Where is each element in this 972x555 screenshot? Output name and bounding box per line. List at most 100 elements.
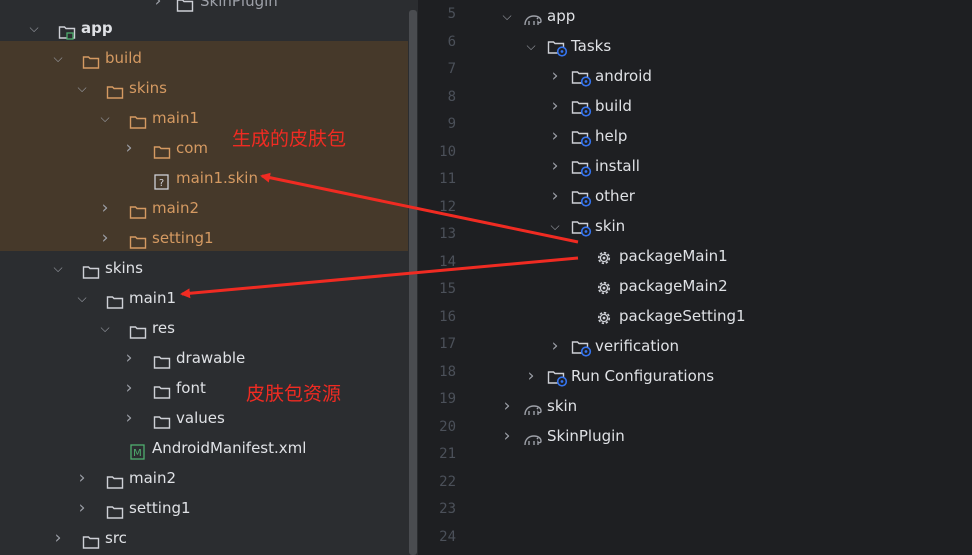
line-number: 13	[439, 226, 456, 242]
annotation-skin-package: 生成的皮肤包	[232, 128, 347, 150]
svg-text:?: ?	[159, 178, 164, 189]
project-tree-item-row[interactable]: › main2	[0, 463, 408, 493]
folder-icon	[106, 80, 124, 99]
gradle-tree-item-label: skin	[547, 397, 578, 415]
project-tree-item-label: main1	[129, 289, 177, 307]
chevron-down-icon[interactable]: ⌵	[524, 31, 538, 61]
gradle-tree-item-row[interactable]: › other	[458, 181, 972, 211]
folder-icon	[176, 0, 194, 12]
project-tree-item-row[interactable]: ⌵ main1	[0, 103, 408, 133]
line-number: 15	[439, 281, 456, 297]
gradle-tree-item-label: help	[595, 127, 628, 145]
project-tree-item-row[interactable]: › drawable	[0, 343, 408, 373]
chevron-down-icon[interactable]: ⌵	[27, 13, 41, 43]
gradle-tree-item-row[interactable]: › build	[458, 91, 972, 121]
chevron-down-icon[interactable]: ⌵	[75, 283, 89, 313]
project-tree-item-label: drawable	[176, 349, 246, 367]
project-tree-item-row[interactable]: › main2	[0, 193, 408, 223]
project-tree-item-row[interactable]: ? main1.skin	[0, 163, 408, 193]
project-tree-item-label: build	[105, 49, 142, 67]
chevron-right-icon[interactable]: ›	[500, 391, 514, 421]
gradle-tree-item-row[interactable]: › SkinPlugin	[458, 421, 972, 451]
task-group-icon	[571, 337, 593, 357]
project-tree-item-row[interactable]: M AndroidManifest.xml	[0, 433, 408, 463]
chevron-down-icon[interactable]: ⌵	[500, 1, 514, 31]
gradle-tree-item-row[interactable]: › help	[458, 121, 972, 151]
project-tree-item-row[interactable]: › setting1	[0, 493, 408, 523]
project-tree-item-row[interactable]: › setting1	[0, 223, 408, 253]
scrollbar-thumb[interactable]	[409, 10, 417, 555]
line-number: 9	[447, 116, 456, 132]
chevron-right-icon[interactable]: ›	[524, 361, 538, 391]
line-number: 19	[439, 391, 456, 407]
project-tree-item-row[interactable]: ⌵ build	[0, 43, 408, 73]
gradle-tree-item-row[interactable]: › skin	[458, 391, 972, 421]
gradle-tree-item-row[interactable]: packageMain2	[458, 271, 972, 301]
gradle-tree-item-row[interactable]: › android	[458, 61, 972, 91]
project-tree-item-row[interactable]: › font	[0, 373, 408, 403]
gradle-tree-item-row[interactable]: › Run Configurations	[458, 361, 972, 391]
line-number: 23	[439, 501, 456, 517]
task-group-icon	[571, 127, 593, 147]
gradle-tree-item-row[interactable]: ⌵ skin	[458, 211, 972, 241]
folder-icon	[82, 530, 100, 549]
project-tree-item-row[interactable]: › src	[0, 523, 408, 553]
line-number-gutter: 5 6 7 8 9 10 11 12 13 14 15 16 17 18 19 20 21 22 23 24	[418, 0, 458, 555]
project-tree-item-row[interactable]: › com	[0, 133, 408, 163]
gradle-tree-item-row[interactable]: › verification	[458, 331, 972, 361]
folder-icon	[129, 230, 147, 249]
line-number: 16	[439, 308, 456, 325]
chevron-right-icon[interactable]: ›	[98, 223, 112, 253]
line-number: 21	[439, 446, 456, 462]
gradle-tree-item-row[interactable]: packageSetting1	[458, 301, 972, 331]
chevron-down-icon[interactable]: ⌵	[548, 211, 562, 241]
project-tree-item-row[interactable]: ⌵ res	[0, 313, 408, 343]
chevron-down-icon[interactable]: ⌵	[75, 73, 89, 103]
gradle-tree-item-label: Run Configurations	[571, 367, 715, 385]
project-tree-item-row[interactable]: › values	[0, 403, 408, 433]
project-tree-item-label: src	[105, 529, 127, 547]
gradle-tree-item-row[interactable]: ⌵ app	[458, 1, 972, 31]
chevron-right-icon[interactable]: ›	[548, 151, 562, 181]
gradle-tree-item-row[interactable]: › install	[458, 151, 972, 181]
project-tree-item-label: setting1	[152, 229, 214, 247]
gradle-elephant-icon	[523, 428, 542, 446]
task-group-icon	[571, 97, 593, 117]
project-tree-item-label: main1	[152, 109, 200, 127]
gradle-tree-item-label: android	[595, 67, 652, 85]
gradle-tree-item-row[interactable]: packageMain1	[458, 241, 972, 271]
gradle-tree-item-row[interactable]: ⌵ Tasks	[458, 31, 972, 61]
chevron-right-icon[interactable]: ›	[122, 373, 136, 403]
chevron-right-icon[interactable]: ›	[98, 193, 112, 223]
project-tree-item-label: main2	[129, 469, 177, 487]
chevron-right-icon[interactable]: ›	[75, 463, 89, 493]
chevron-right-icon[interactable]: ›	[548, 61, 562, 91]
project-tree-item-row[interactable]: ⌵ main1	[0, 283, 408, 313]
gradle-tree-item-label: app	[547, 7, 576, 25]
chevron-right-icon[interactable]: ›	[548, 331, 562, 361]
folder-icon	[153, 140, 171, 159]
gradle-elephant-icon	[523, 8, 542, 26]
chevron-down-icon[interactable]: ⌵	[98, 313, 112, 343]
chevron-right-icon[interactable]: ›	[122, 403, 136, 433]
chevron-down-icon[interactable]: ⌵	[51, 253, 65, 283]
chevron-right-icon[interactable]: ›	[75, 493, 89, 523]
chevron-right-icon[interactable]: ›	[548, 91, 562, 121]
project-tree-item-row[interactable]: ⌵ app	[0, 13, 408, 43]
chevron-right-icon[interactable]: ›	[122, 133, 136, 163]
chevron-down-icon[interactable]: ⌵	[98, 103, 112, 133]
chevron-down-icon[interactable]: ⌵	[51, 43, 65, 73]
chevron-right-icon[interactable]: ›	[548, 181, 562, 211]
task-group-icon	[571, 67, 593, 87]
chevron-right-icon[interactable]: ›	[122, 343, 136, 373]
gradle-elephant-icon	[523, 398, 542, 416]
chevron-right-icon[interactable]: ›	[51, 523, 65, 553]
line-number: 10	[439, 143, 456, 160]
project-tree-item-row[interactable]: ⌵ skins	[0, 73, 408, 103]
gradle-tree-item-label: other	[595, 187, 635, 205]
project-tree-item-row[interactable]: ⌵ skins	[0, 253, 408, 283]
chevron-right-icon[interactable]: ›	[548, 121, 562, 151]
gradle-tree-item-label: SkinPlugin	[547, 427, 625, 445]
module-folder-icon	[58, 20, 76, 40]
chevron-right-icon[interactable]: ›	[500, 421, 514, 451]
